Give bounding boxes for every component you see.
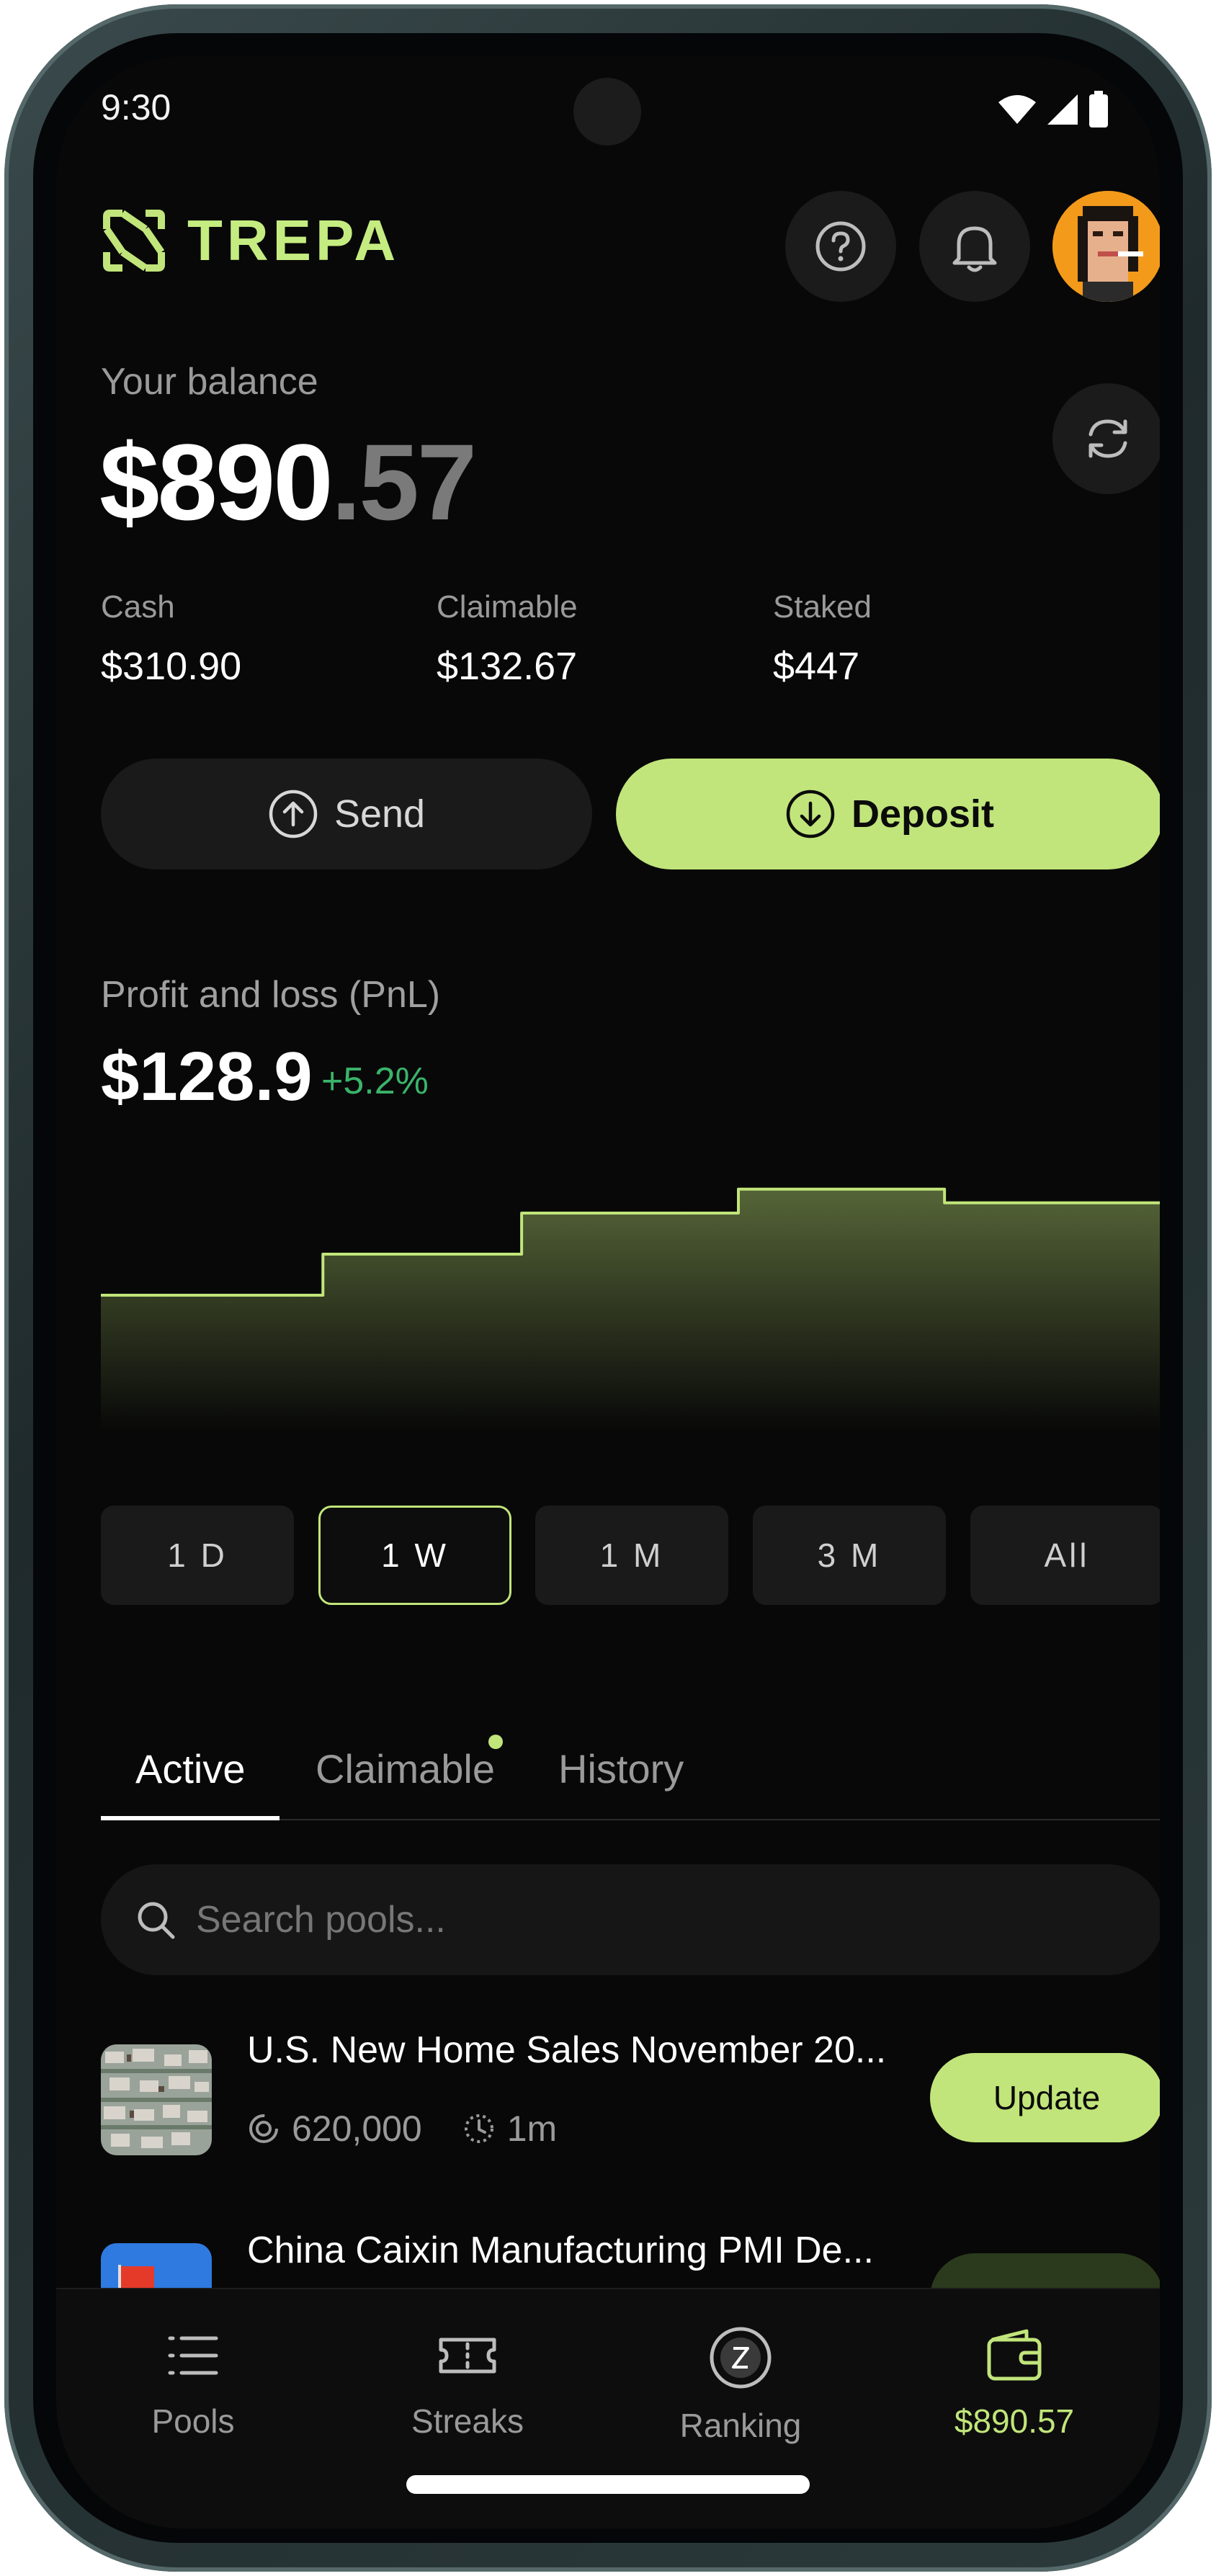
nav-pools[interactable]: Pools xyxy=(85,2325,301,2441)
pnl-change: +5.2% xyxy=(321,1060,429,1102)
avatar[interactable] xyxy=(1052,191,1160,302)
nav-ranking[interactable]: Ranking xyxy=(632,2325,849,2445)
tab-history[interactable]: History xyxy=(558,1745,684,1792)
pool-volume: 620,000 xyxy=(292,2108,422,2149)
active-tab-indicator xyxy=(101,1816,280,1820)
status-icons xyxy=(997,91,1109,128)
trepa-logo-icon xyxy=(103,210,165,272)
help-button[interactable] xyxy=(785,191,896,302)
stat-claimable-label: Claimable xyxy=(437,589,578,625)
tab-active[interactable]: Active xyxy=(135,1745,246,1792)
pnl-chart xyxy=(101,1187,1160,1432)
volume-icon xyxy=(249,2114,278,2143)
pool-title[interactable]: China Caixin Manufacturing PMI De... xyxy=(247,2229,874,2272)
stat-claimable-value: $132.67 xyxy=(437,645,578,688)
app-screen: 9:30 TREPA Your balance $890.57 Cash $31… xyxy=(56,56,1160,2528)
stat-staked-label: Staked xyxy=(773,589,872,625)
logo-text: TREPA xyxy=(187,208,401,272)
status-time: 9:30 xyxy=(101,87,171,128)
stat-cash: Cash $310.90 xyxy=(101,589,241,689)
send-label: Send xyxy=(334,792,426,836)
range-3m[interactable]: 3 M xyxy=(753,1506,946,1605)
nav-streaks-label: Streaks xyxy=(411,2402,524,2440)
bell-icon xyxy=(952,226,997,272)
nav-pools-label: Pools xyxy=(151,2402,235,2440)
claimable-notification-dot xyxy=(488,1735,503,1749)
notifications-button[interactable] xyxy=(919,191,1030,302)
home-indicator[interactable] xyxy=(406,2475,810,2494)
range-1m[interactable]: 1 M xyxy=(535,1506,728,1605)
balance-whole: $890 xyxy=(99,421,334,542)
pnl-label: Profit and loss (PnL) xyxy=(101,974,441,1016)
pnl-area xyxy=(101,1189,1160,1432)
arrow-up-circle-icon xyxy=(269,790,318,838)
front-camera xyxy=(573,78,641,146)
nav-streaks[interactable]: Streaks xyxy=(359,2325,576,2441)
arrow-down-circle-icon xyxy=(786,790,835,838)
pool-thumbnail-housing xyxy=(101,2044,212,2155)
pixel-avatar-image xyxy=(1052,191,1160,302)
battery-icon xyxy=(1089,91,1108,128)
nav-wallet[interactable]: $890.57 xyxy=(906,2325,1122,2441)
pool-title[interactable]: U.S. New Home Sales November 20... xyxy=(247,2029,886,2072)
stat-staked: Staked $447 xyxy=(773,589,872,689)
ticket-icon xyxy=(439,2338,496,2374)
nav-wallet-label: $890.57 xyxy=(954,2402,1075,2440)
refresh-icon xyxy=(1088,419,1127,458)
tab-claimable[interactable]: Claimable xyxy=(316,1745,495,1792)
range-1w[interactable]: 1 W xyxy=(318,1506,511,1605)
aerial-housing-image xyxy=(101,2044,212,2155)
clock-icon xyxy=(464,2114,493,2143)
app-logo[interactable]: TREPA xyxy=(101,207,400,274)
range-1d[interactable]: 1 D xyxy=(101,1506,294,1605)
search-icon xyxy=(138,1902,175,1939)
pool-meta: 620,000 1m xyxy=(247,2108,557,2150)
stat-staked-value: $447 xyxy=(773,645,860,688)
pool-time: 1m xyxy=(506,2108,558,2149)
wallet-icon xyxy=(987,2329,1042,2381)
balance-label: Your balance xyxy=(101,361,318,403)
stat-cash-label: Cash xyxy=(101,589,175,625)
pnl-value: $128.9 xyxy=(101,1038,313,1115)
update-button[interactable]: Update xyxy=(930,2053,1160,2142)
question-circle-icon xyxy=(815,221,866,272)
search-bar[interactable] xyxy=(101,1864,1160,1975)
signal-icon xyxy=(1047,94,1078,125)
list-icon xyxy=(168,2336,218,2375)
deposit-button[interactable]: Deposit xyxy=(616,759,1160,869)
send-button[interactable]: Send xyxy=(101,759,592,869)
phone-frame: 9:30 TREPA Your balance $890.57 Cash $31… xyxy=(4,4,1212,2572)
range-all[interactable]: All xyxy=(970,1506,1160,1605)
search-input[interactable] xyxy=(195,1897,1098,1942)
wifi-icon xyxy=(998,95,1036,124)
deposit-label: Deposit xyxy=(851,792,995,836)
ranking-badge-icon xyxy=(710,2327,772,2389)
balance-value: $890.57 xyxy=(99,420,478,545)
refresh-button[interactable] xyxy=(1052,383,1160,494)
stat-cash-value: $310.90 xyxy=(101,645,242,688)
nav-ranking-label: Ranking xyxy=(679,2407,802,2444)
balance-cents: .57 xyxy=(331,421,478,542)
stat-claimable: Claimable $132.67 xyxy=(437,589,578,689)
